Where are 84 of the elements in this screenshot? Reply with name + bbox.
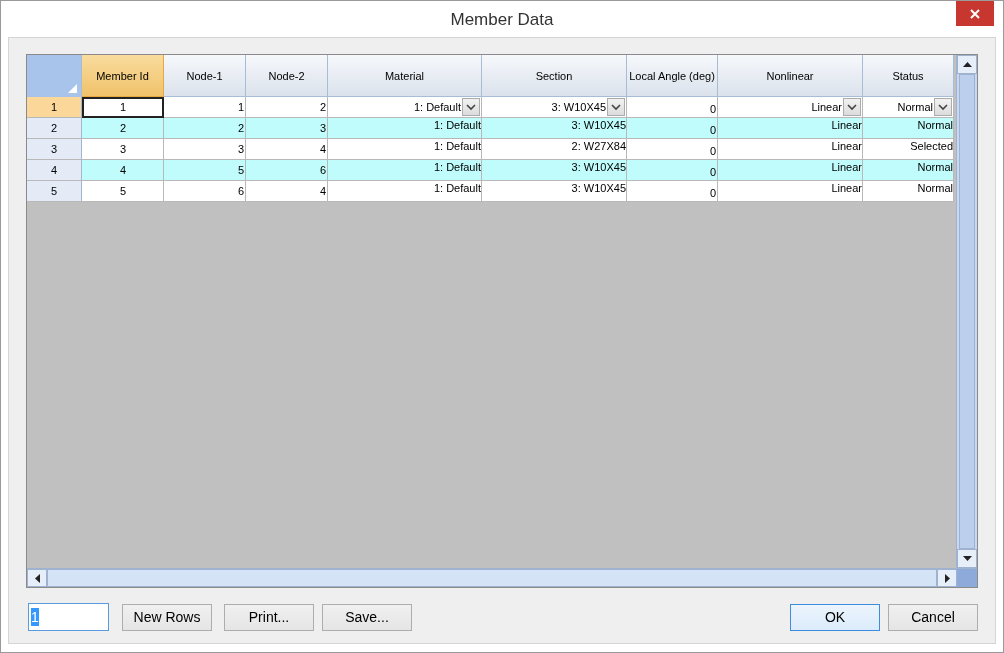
table-cell: 6	[164, 181, 246, 202]
table-cell: Linear	[718, 160, 863, 181]
dropdown-button[interactable]	[462, 98, 480, 116]
scroll-thumb[interactable]	[959, 74, 975, 549]
cell-text: Normal	[897, 101, 933, 113]
table-cell: 1: Default	[328, 139, 482, 160]
dialog-button[interactable]: Print...	[224, 603, 314, 631]
row-header[interactable]: 5	[27, 181, 82, 202]
close-icon[interactable]	[970, 8, 980, 19]
table-cell: 3: W10X45	[482, 118, 627, 139]
window-title: Member Data	[450, 10, 554, 30]
table-cell: Normal	[863, 118, 954, 139]
dropdown-cell[interactable]: 3: W10X45	[482, 97, 627, 118]
table-cell: Linear	[718, 181, 863, 202]
chevron-down-icon[interactable]	[938, 103, 948, 111]
column-header[interactable]: Nonlinear	[718, 55, 863, 97]
cell-text: Linear	[811, 101, 842, 113]
dialog-button[interactable]: OK	[790, 603, 880, 631]
right-triangle-icon[interactable]	[944, 573, 950, 583]
table-cell: 3	[82, 139, 164, 160]
table-cell: 4	[82, 160, 164, 181]
dropdown-cell[interactable]: 1: Default	[328, 97, 482, 118]
scroll-left-button[interactable]	[27, 569, 47, 587]
table-cell: 3: W10X45	[482, 160, 627, 181]
table-cell: 3: W10X45	[482, 181, 627, 202]
table-cell: 2	[246, 97, 328, 118]
left-triangle-icon[interactable]	[34, 573, 40, 583]
up-triangle-icon[interactable]	[962, 62, 972, 67]
table-cell: 1: Default	[328, 118, 482, 139]
table-cell: 3	[246, 118, 328, 139]
table-cell: Normal	[863, 181, 954, 202]
table-cell: Linear	[718, 139, 863, 160]
row-header[interactable]: 1	[27, 97, 82, 118]
column-header[interactable]: Local Angle (deg)	[627, 55, 718, 97]
table-cell: Linear	[718, 118, 863, 139]
dialog-button[interactable]: Save...	[322, 603, 412, 631]
table-cell: 0	[627, 118, 718, 139]
dropdown-button[interactable]	[934, 98, 952, 116]
table-cell: 2: W27X84	[482, 139, 627, 160]
column-header[interactable]: Status	[863, 55, 954, 97]
chevron-down-icon[interactable]	[611, 103, 621, 111]
vertical-scrollbar[interactable]	[956, 55, 977, 568]
table-cell: 4	[246, 181, 328, 202]
column-header[interactable]: Node-2	[246, 55, 328, 97]
table-cell: 3	[164, 139, 246, 160]
table-cell: 5	[82, 181, 164, 202]
dropdown-cell[interactable]: Linear	[718, 97, 863, 118]
row-header[interactable]: 3	[27, 139, 82, 160]
table-cell: 0	[627, 97, 718, 118]
table-cell: 0	[627, 139, 718, 160]
scroll-right-button[interactable]	[937, 569, 957, 587]
table-cell: Selected	[863, 139, 954, 160]
table-cell: 1	[82, 97, 164, 118]
chevron-down-icon[interactable]	[466, 103, 476, 111]
table-cell: Normal	[863, 160, 954, 181]
cell-text: 1: Default	[413, 101, 461, 113]
table-cell: 4	[246, 139, 328, 160]
column-header[interactable]: Node-1	[164, 55, 246, 97]
scroll-up-button[interactable]	[957, 55, 977, 74]
row-header[interactable]: 4	[27, 160, 82, 181]
dropdown-button[interactable]	[607, 98, 625, 116]
dialog-button[interactable]: Cancel	[888, 603, 978, 631]
dropdown-button[interactable]	[843, 98, 861, 116]
dropdown-cell[interactable]: Normal	[863, 97, 954, 118]
table-cell: 0	[627, 181, 718, 202]
chevron-down-icon[interactable]	[847, 103, 857, 111]
close-button[interactable]	[956, 1, 994, 26]
table-cell: 1: Default	[328, 160, 482, 181]
table-cell: 2	[82, 118, 164, 139]
dialog-button[interactable]: New Rows	[122, 603, 212, 631]
table-cell: 1	[164, 97, 246, 118]
table-cell: 0	[627, 160, 718, 181]
scrollbar-corner	[957, 569, 977, 587]
cell-text: 3: W10X45	[551, 101, 606, 113]
scroll-down-button[interactable]	[957, 549, 977, 568]
table-cell: 5	[164, 160, 246, 181]
down-triangle-icon[interactable]	[962, 556, 972, 561]
table-cell: 6	[246, 160, 328, 181]
table-cell: 2	[164, 118, 246, 139]
column-header[interactable]: Material	[328, 55, 482, 97]
column-header[interactable]: Section	[482, 55, 627, 97]
row-header[interactable]: 2	[27, 118, 82, 139]
table-cell: 1: Default	[328, 181, 482, 202]
column-header[interactable]: Member Id	[82, 55, 164, 97]
